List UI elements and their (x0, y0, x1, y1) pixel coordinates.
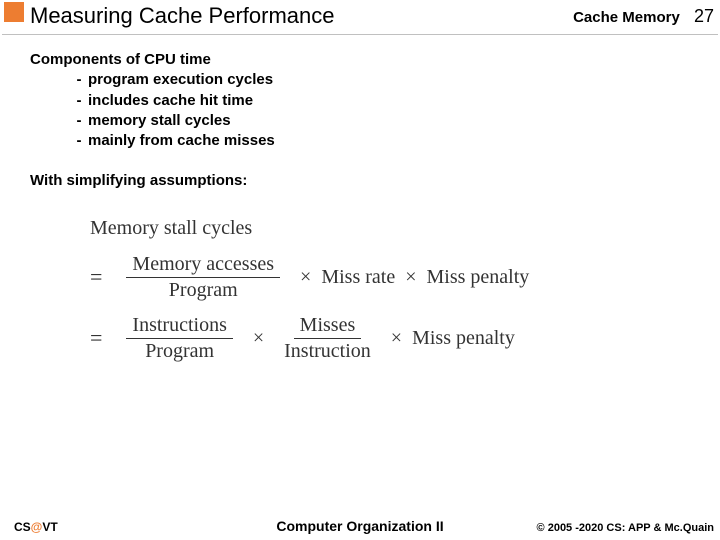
slide-footer: CS@VT Computer Organization II © 2005 -2… (0, 514, 720, 534)
formula-term: Miss penalty (427, 266, 530, 289)
fraction: Memory accesses Program (126, 254, 280, 301)
formula-lhs: Memory stall cycles (90, 217, 252, 240)
list-item: -program execution cycles (70, 70, 700, 90)
times-icon: × (391, 327, 402, 350)
formula-line-2: = Memory accesses Program × Miss rate × … (90, 254, 700, 301)
section-label: Cache Memory (573, 9, 680, 26)
fraction-denominator: Program (169, 278, 238, 301)
formula-line-1: Memory stall cycles (90, 217, 700, 240)
equals-icon: = (90, 264, 102, 290)
bullet-text: includes cache hit time (88, 92, 253, 109)
list-item: -mainly from cache misses (70, 131, 700, 151)
slide-title: Measuring Cache Performance (30, 3, 334, 29)
fraction: Instructions Program (126, 315, 232, 362)
bullet-text: memory stall cycles (88, 112, 231, 129)
list-item: -memory stall cycles (70, 111, 700, 131)
equals-icon: = (90, 325, 102, 351)
heading-components: Components of CPU time (30, 50, 700, 70)
formula-block: Memory stall cycles = Memory accesses Pr… (90, 217, 700, 362)
page-number: 27 (694, 6, 714, 26)
times-icon: × (300, 266, 311, 289)
heading-assumptions: With simplifying assumptions: (30, 171, 700, 191)
header-divider (2, 34, 718, 35)
header-right: Cache Memory 27 (573, 6, 714, 27)
times-icon: × (253, 327, 264, 350)
formula-term: Miss rate (321, 266, 395, 289)
slide-body: Components of CPU time -program executio… (30, 50, 700, 376)
slide: Measuring Cache Performance Cache Memory… (0, 0, 720, 540)
footer-copyright: © 2005 -2020 CS: APP & Mc.Quain (537, 522, 714, 534)
fraction-numerator: Memory accesses (126, 254, 280, 278)
slide-header: Measuring Cache Performance Cache Memory… (0, 0, 720, 38)
times-icon: × (405, 266, 416, 289)
header-bullet-icon (4, 2, 24, 22)
fraction-numerator: Instructions (126, 315, 232, 339)
bullet-text: mainly from cache misses (88, 132, 275, 149)
bullet-text: program execution cycles (88, 71, 273, 88)
formula-line-3: = Instructions Program × Misses Instruct… (90, 315, 700, 362)
list-item: -includes cache hit time (70, 91, 700, 111)
fraction: Misses Instruction (284, 315, 371, 362)
fraction-denominator: Instruction (284, 339, 371, 362)
fraction-numerator: Misses (294, 315, 362, 339)
fraction-denominator: Program (145, 339, 214, 362)
formula-term: Miss penalty (412, 327, 515, 350)
